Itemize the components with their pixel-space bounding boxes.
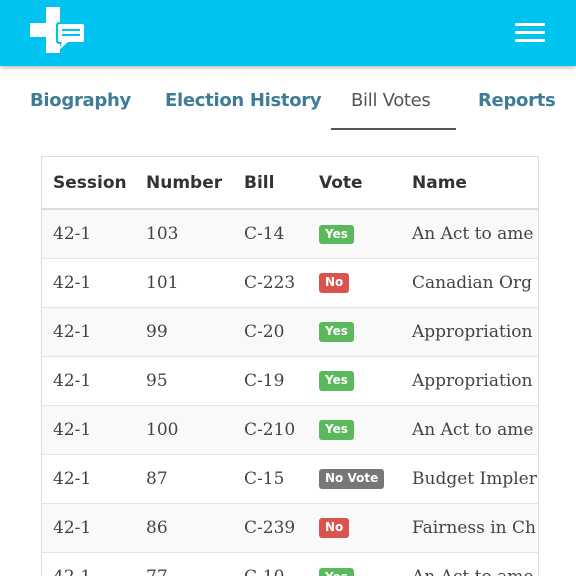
number-cell: 87 [135,453,233,503]
bill-cell[interactable]: C-14 [233,209,308,258]
bill-cell[interactable]: C-20 [233,306,308,356]
vote-cell: Yes [308,404,401,454]
session-cell: 42-1 [42,306,135,356]
column-header-session[interactable]: Session [42,157,135,210]
column-header-number[interactable]: Number [135,157,233,210]
name-cell[interactable]: Appropriation [401,306,538,356]
session-cell: 42-1 [42,551,135,576]
tab-election-history[interactable]: Election History [165,90,322,111]
vote-badge: No [319,518,350,538]
bill-votes-table: Session Number Bill Vote Name 42-1 103 C… [42,157,538,576]
column-header-vote[interactable]: Vote [308,157,401,210]
number-cell: 77 [135,551,233,576]
cross-with-speech-bubble-icon[interactable] [26,5,88,63]
name-cell[interactable]: Fairness in Ch [401,502,538,552]
table-row[interactable]: 42-1 86 C-239 No Fairness in Ch [42,502,538,552]
session-cell: 42-1 [42,453,135,503]
number-cell: 100 [135,404,233,454]
vote-badge: No Vote [319,469,385,489]
name-cell[interactable]: An Act to ame [401,551,538,576]
vote-badge: Yes [319,322,354,342]
bill-cell[interactable]: C-239 [233,502,308,552]
vote-cell: Yes [308,551,401,576]
name-cell[interactable]: Budget Impler [401,453,538,503]
vote-badge: No [319,273,350,293]
profile-tabs: Biography Election History Bill Votes Re… [0,66,576,138]
name-cell[interactable]: An Act to ame [401,209,538,258]
table-header-row: Session Number Bill Vote Name [42,157,538,210]
vote-badge: Yes [319,420,354,440]
table-row[interactable]: 42-1 99 C-20 Yes Appropriation [42,306,538,356]
vote-cell: No [308,502,401,552]
number-cell: 99 [135,306,233,356]
table-row[interactable]: 42-1 103 C-14 Yes An Act to ame [42,209,538,258]
number-cell: 103 [135,209,233,258]
name-cell[interactable]: Canadian Org [401,257,538,307]
bill-votes-table-container[interactable]: Session Number Bill Vote Name 42-1 103 C… [41,156,539,576]
vote-cell: No Vote [308,453,401,503]
bill-cell[interactable]: C-15 [233,453,308,503]
bill-cell[interactable]: C-19 [233,355,308,405]
name-cell[interactable]: Appropriation [401,355,538,405]
bill-cell[interactable]: C-210 [233,404,308,454]
table-row[interactable]: 42-1 100 C-210 Yes An Act to ame [42,404,538,454]
active-tab-indicator [331,128,456,130]
vote-badge: Yes [319,224,354,244]
number-cell: 95 [135,355,233,405]
number-cell: 86 [135,502,233,552]
vote-badge: Yes [319,371,354,391]
hamburger-menu-icon[interactable] [512,20,548,44]
session-cell: 42-1 [42,257,135,307]
tab-reports[interactable]: Reports [478,90,556,111]
session-cell: 42-1 [42,404,135,454]
table-row[interactable]: 42-1 87 C-15 No Vote Budget Impler [42,453,538,503]
vote-cell: No [308,257,401,307]
bill-cell[interactable]: C-10 [233,551,308,576]
table-row[interactable]: 42-1 95 C-19 Yes Appropriation [42,355,538,405]
number-cell: 101 [135,257,233,307]
session-cell: 42-1 [42,209,135,258]
bill-cell[interactable]: C-223 [233,257,308,307]
session-cell: 42-1 [42,502,135,552]
tab-biography[interactable]: Biography [30,90,131,111]
column-header-bill[interactable]: Bill [233,157,308,210]
tab-bill-votes[interactable]: Bill Votes [351,90,431,111]
vote-cell: Yes [308,209,401,258]
column-header-name[interactable]: Name [401,157,538,210]
top-navbar [0,0,576,66]
vote-badge: Yes [319,567,354,576]
table-row[interactable]: 42-1 101 C-223 No Canadian Org [42,257,538,307]
vote-cell: Yes [308,306,401,356]
table-row[interactable]: 42-1 77 C-10 Yes An Act to ame [42,551,538,576]
name-cell[interactable]: An Act to ame [401,404,538,454]
vote-cell: Yes [308,355,401,405]
session-cell: 42-1 [42,355,135,405]
